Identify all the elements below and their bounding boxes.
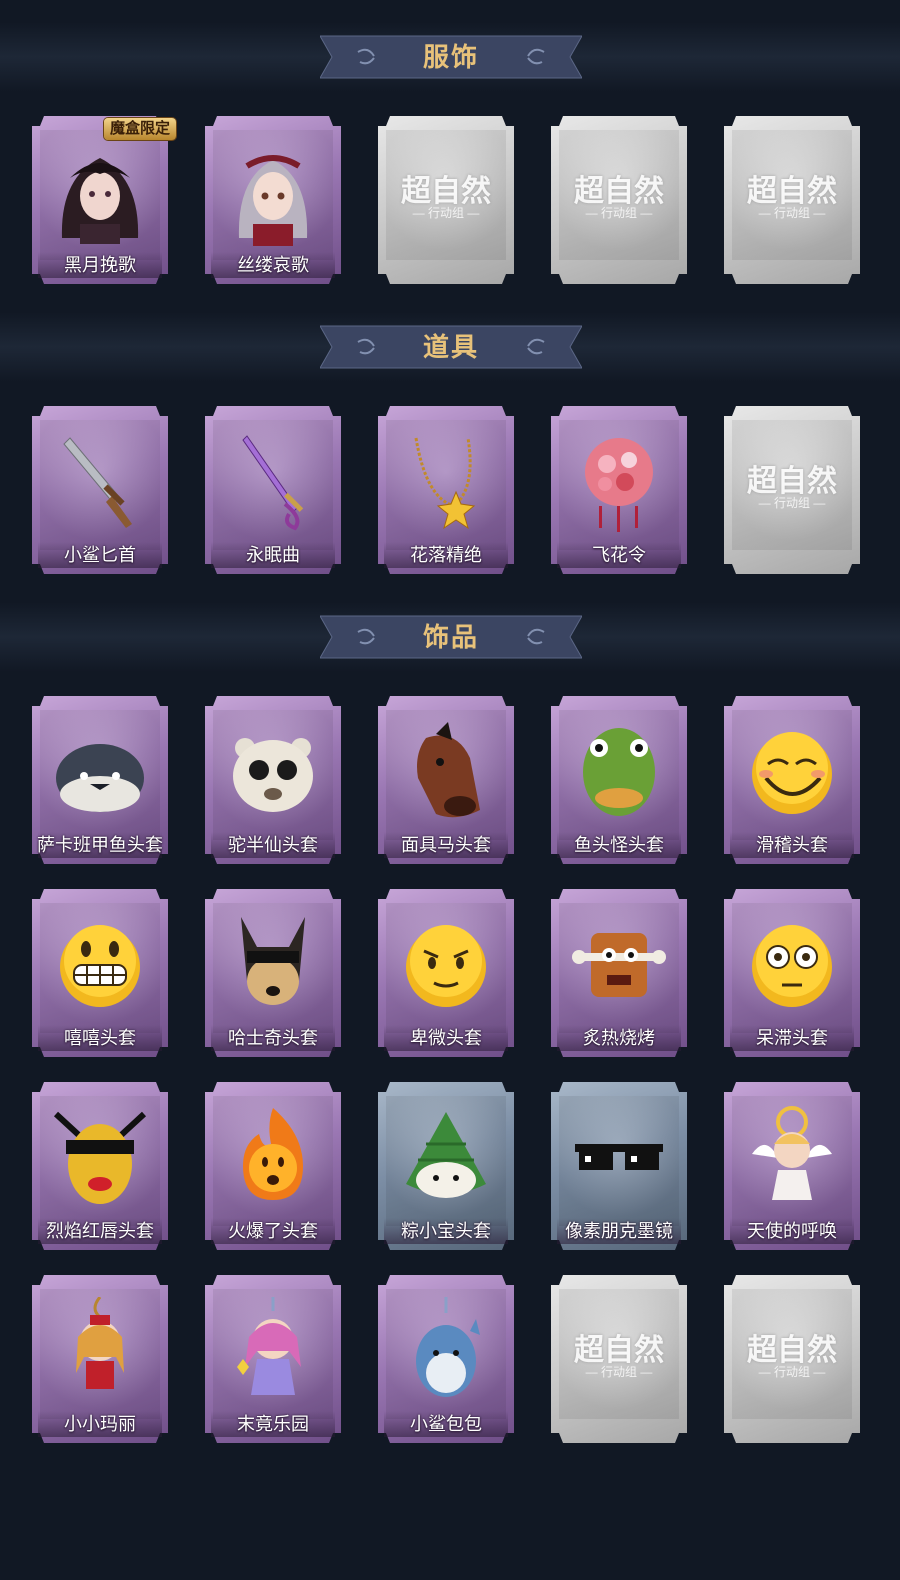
fish-head-icon xyxy=(56,744,144,812)
item-card[interactable]: 哈士奇头套 xyxy=(205,889,341,1057)
red-lady-portrait-icon xyxy=(238,155,308,246)
item-label: 火爆了头套 xyxy=(228,1221,318,1241)
bear-sunglasses-icon xyxy=(233,738,313,812)
item-label: 卑微头套 xyxy=(410,1028,482,1048)
funny-face-icon xyxy=(752,732,832,814)
item-card[interactable]: 黑月挽歌 魔盒限定 xyxy=(32,116,176,284)
bbq-meat-icon xyxy=(572,933,666,997)
item-label: 嘻嘻头套 xyxy=(64,1028,136,1048)
limited-badge: 魔盒限定 xyxy=(104,118,176,140)
placeholder-watermark-sub: — 行动组 — xyxy=(585,1365,653,1379)
grin-face-icon xyxy=(60,925,140,1007)
item-label: 丝缕哀歌 xyxy=(237,255,309,275)
item-card[interactable]: 驼半仙头套 xyxy=(205,696,341,864)
empty-slot-card[interactable]: 超自然 — 行动组 — xyxy=(724,1275,860,1443)
shark-dagger-icon xyxy=(63,437,132,528)
item-card[interactable]: 像素朋克墨镜 xyxy=(551,1082,687,1250)
flower-necklace-icon xyxy=(414,437,476,530)
placeholder-watermark-sub: — 行动组 — xyxy=(585,206,653,220)
item-label: 面具马头套 xyxy=(401,835,491,855)
green-fish-head-icon xyxy=(583,728,655,816)
item-card[interactable]: 嘻嘻头套 xyxy=(32,889,168,1057)
section-banner: 道具 xyxy=(320,324,582,370)
section-title: 服饰 xyxy=(422,42,479,72)
husky-sunglasses-icon xyxy=(241,917,305,1005)
item-label: 萨卡班甲鱼头套 xyxy=(37,835,163,855)
item-label: 像素朋克墨镜 xyxy=(565,1221,673,1241)
item-card[interactable]: 呆滞头套 xyxy=(724,889,860,1057)
yellow-mask-sunglasses-icon xyxy=(53,1111,147,1204)
item-label: 永眠曲 xyxy=(246,545,300,565)
item-label: 黑月挽歌 xyxy=(64,255,136,275)
zongzi-face-icon xyxy=(406,1112,486,1198)
placeholder-watermark-sub: — 行动组 — xyxy=(758,1365,826,1379)
item-label: 驼半仙头套 xyxy=(228,835,318,855)
fairy-doll-charm-icon xyxy=(237,1297,301,1395)
section-banner: 服饰 xyxy=(320,34,582,80)
item-card[interactable]: 小鲨包包 xyxy=(378,1275,514,1443)
item-label: 粽小宝头套 xyxy=(401,1221,491,1241)
item-label: 小鲨匕首 xyxy=(64,545,136,565)
placeholder-watermark-sub: — 行动组 — xyxy=(758,496,826,510)
item-card[interactable]: 末竟乐园 xyxy=(205,1275,341,1443)
placeholder-watermark-sub: — 行动组 — xyxy=(758,206,826,220)
item-card[interactable]: 面具马头套 xyxy=(378,696,514,864)
item-label: 滑稽头套 xyxy=(756,835,828,855)
item-label: 天使的呼唤 xyxy=(747,1221,837,1241)
item-card[interactable]: 丝缕哀歌 xyxy=(205,116,341,284)
flower-ball-icon xyxy=(585,438,653,532)
item-label: 花落精绝 xyxy=(410,545,482,565)
item-label: 哈士奇头套 xyxy=(228,1028,318,1048)
item-card[interactable]: 火爆了头套 xyxy=(205,1082,341,1250)
pixel-sunglasses-icon xyxy=(575,1144,663,1170)
item-card[interactable]: 粽小宝头套 xyxy=(378,1082,514,1250)
empty-slot-card[interactable]: 超自然 — 行动组 — xyxy=(724,116,860,284)
item-label: 末竟乐园 xyxy=(237,1414,309,1434)
item-card[interactable]: 飞花令 xyxy=(551,406,687,574)
dazed-face-icon xyxy=(752,925,832,1007)
item-card[interactable]: 小鲨匕首 xyxy=(32,406,168,574)
item-card[interactable]: 花落精绝 xyxy=(378,406,514,574)
item-label: 飞花令 xyxy=(592,545,646,565)
empty-slot-card[interactable]: 超自然 — 行动组 — xyxy=(551,116,687,284)
item-card[interactable]: 烈焰红唇头套 xyxy=(32,1082,168,1250)
dark-lady-portrait-icon xyxy=(61,158,139,244)
placeholder-watermark-sub: — 行动组 — xyxy=(412,206,480,220)
purple-sword-icon xyxy=(242,435,304,531)
item-label: 炙热烧烤 xyxy=(583,1028,655,1048)
item-card[interactable]: 天使的呼唤 xyxy=(724,1082,860,1250)
angel-doll-icon xyxy=(752,1106,832,1200)
section-title: 饰品 xyxy=(422,622,479,652)
item-label: 小小玛丽 xyxy=(64,1414,136,1434)
item-label: 鱼头怪头套 xyxy=(574,835,664,855)
item-card[interactable]: 萨卡班甲鱼头套 xyxy=(32,696,168,864)
empty-slot-card[interactable]: 超自然 — 行动组 — xyxy=(378,116,514,284)
item-label: 呆滞头套 xyxy=(756,1028,828,1048)
item-card[interactable]: 炙热烧烤 xyxy=(551,889,687,1057)
empty-slot-card[interactable]: 超自然 — 行动组 — xyxy=(551,1275,687,1443)
section-banner: 饰品 xyxy=(320,614,582,660)
empty-slot-card[interactable]: 超自然 — 行动组 — xyxy=(724,406,860,574)
mary-doll-charm-icon xyxy=(76,1297,124,1389)
horse-head-icon xyxy=(417,722,480,818)
humble-face-icon xyxy=(406,925,486,1007)
item-card[interactable]: 永眠曲 xyxy=(205,406,341,574)
shark-bag-charm-icon xyxy=(416,1297,480,1397)
item-card[interactable]: 滑稽头套 xyxy=(724,696,860,864)
item-card[interactable]: 小小玛丽 xyxy=(32,1275,168,1443)
section-title: 道具 xyxy=(422,332,479,362)
fire-face-icon xyxy=(243,1108,303,1200)
item-card[interactable]: 卑微头套 xyxy=(378,889,514,1057)
item-label: 烈焰红唇头套 xyxy=(46,1221,154,1241)
item-card[interactable]: 鱼头怪头套 xyxy=(551,696,687,864)
item-label: 小鲨包包 xyxy=(410,1414,482,1434)
